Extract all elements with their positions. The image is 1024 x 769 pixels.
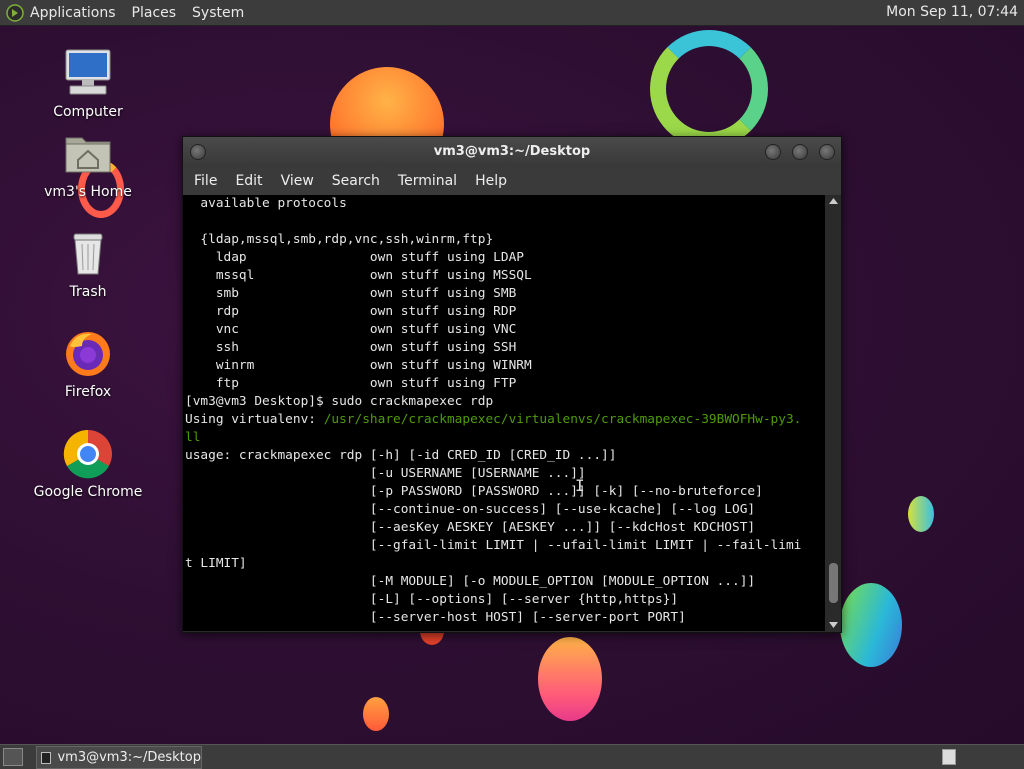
menu-applications[interactable]: Applications — [30, 5, 116, 21]
scroll-thumb[interactable] — [829, 563, 838, 603]
show-desktop-icon[interactable] — [3, 748, 23, 766]
computer-icon — [60, 46, 116, 102]
terminal-line: [-M MODULE] [-o MODULE_OPTION [MODULE_OP… — [185, 574, 756, 589]
decor-ring — [650, 30, 768, 148]
bottom-panel: vm3@vm3:~/Desktop — [0, 744, 1024, 769]
desktop-icon-label: vm3's Home — [44, 184, 132, 200]
terminal-icon — [41, 751, 52, 764]
window-menu-icon[interactable] — [190, 144, 206, 160]
terminal-line: available protocols — [185, 196, 347, 211]
menu-view[interactable]: View — [272, 173, 323, 189]
terminal-line: mssql own stuff using MSSQL — [185, 268, 532, 283]
terminal-output[interactable]: available protocols {ldap,mssql,smb,rdp,… — [183, 195, 825, 631]
top-panel: Applications Places System Mon Sep 11, 0… — [0, 0, 1024, 26]
close-icon[interactable] — [819, 144, 835, 160]
virtualenv-path-wrap: ll — [185, 430, 201, 445]
desktop-icon-chrome[interactable]: Google Chrome — [33, 426, 143, 500]
menu-help[interactable]: Help — [466, 173, 516, 189]
terminal-menubar: File Edit View Search Terminal Help — [183, 167, 841, 195]
desktop-icon-trash[interactable]: Trash — [33, 226, 143, 300]
terminal-titlebar[interactable]: vm3@vm3:~/Desktop — [183, 137, 841, 167]
virtualenv-path: /usr/share/crackmapexec/virtualenvs/crac… — [323, 412, 802, 427]
minimize-icon[interactable] — [765, 144, 781, 160]
scroll-down-arrow-icon[interactable] — [829, 622, 838, 628]
decor-teal-blob — [840, 583, 902, 667]
firefox-icon — [60, 326, 116, 382]
decor-pink-blob — [538, 637, 602, 721]
terminal-line: vnc own stuff using VNC — [185, 322, 517, 337]
desktop-icon-label: Google Chrome — [33, 484, 143, 500]
terminal-line: [--continue-on-success] [--use-kcache] [… — [185, 502, 756, 517]
terminal-line: t LIMIT] — [185, 556, 247, 571]
terminal-line: [-p PASSWORD [PASSWORD ...]] [-k] [--no-… — [185, 484, 763, 499]
terminal-line: ll — [183, 429, 825, 447]
scroll-up-arrow-icon[interactable] — [829, 198, 838, 204]
chrome-icon — [60, 426, 116, 482]
menu-search[interactable]: Search — [323, 173, 389, 189]
terminal-line-virtualenv: Using virtualenv: /usr/share/crackmapexe… — [183, 411, 825, 429]
desktop-icon-label: Trash — [69, 284, 107, 300]
terminal-line: rdp own stuff using RDP — [185, 304, 517, 319]
terminal-line: ftp own stuff using FTP — [185, 376, 517, 391]
workspace-switcher[interactable] — [942, 749, 956, 765]
trash-icon — [60, 226, 116, 282]
terminal-line: [--gfail-limit LIMIT | --ufail-limit LIM… — [185, 538, 802, 553]
text-cursor-icon: I — [575, 476, 585, 495]
decor-green-blob — [908, 496, 934, 532]
taskbar-button-label: vm3@vm3:~/Desktop — [57, 750, 201, 765]
terminal-line: winrm own stuff using WINRM — [185, 358, 532, 373]
terminal-line: [vm3@vm3 Desktop]$ sudo crackmapexec rdp — [185, 394, 494, 409]
terminal-line: ssh own stuff using SSH — [185, 340, 517, 355]
menu-system[interactable]: System — [192, 5, 244, 21]
menu-edit[interactable]: Edit — [226, 173, 271, 189]
maximize-icon[interactable] — [792, 144, 808, 160]
terminal-scrollbar[interactable] — [826, 195, 841, 631]
terminal-line: ldap own stuff using LDAP — [185, 250, 524, 265]
decor-small-orange-blob — [363, 697, 389, 731]
desktop-icon-computer[interactable]: Computer — [33, 46, 143, 120]
clock[interactable]: Mon Sep 11, 07:44 — [886, 4, 1018, 20]
terminal-line: [--server-host HOST] [--server-port PORT… — [185, 610, 686, 625]
menu-file[interactable]: File — [185, 173, 226, 189]
desktop-icon-home[interactable]: vm3's Home — [33, 126, 143, 200]
terminal-window[interactable]: vm3@vm3:~/Desktop File Edit View Search … — [182, 136, 842, 633]
terminal-line: usage: crackmapexec rdp [-h] [-id CRED_I… — [185, 448, 617, 463]
desktop-icon-firefox[interactable]: Firefox — [33, 326, 143, 400]
taskbar-button-terminal[interactable]: vm3@vm3:~/Desktop — [36, 746, 202, 769]
home-folder-icon — [60, 126, 116, 182]
terminal-line: [-u USERNAME [USERNAME ...]] — [185, 466, 586, 481]
distro-logo-icon[interactable] — [6, 3, 24, 22]
terminal-line: [-L] [--options] [--server {http,https}] — [185, 592, 679, 607]
menu-terminal[interactable]: Terminal — [389, 173, 466, 189]
virtualenv-prefix: Using virtualenv: — [185, 412, 324, 427]
menu-places[interactable]: Places — [132, 5, 177, 21]
terminal-line: {ldap,mssql,smb,rdp,vnc,ssh,winrm,ftp} — [185, 232, 494, 247]
window-title: vm3@vm3:~/Desktop — [433, 144, 591, 159]
desktop-icon-label: Computer — [53, 104, 123, 120]
desktop-icon-label: Firefox — [64, 384, 112, 400]
terminal-line: smb own stuff using SMB — [185, 286, 517, 301]
terminal-line: [--aesKey AESKEY [AESKEY ...]] [--kdcHos… — [185, 520, 756, 535]
